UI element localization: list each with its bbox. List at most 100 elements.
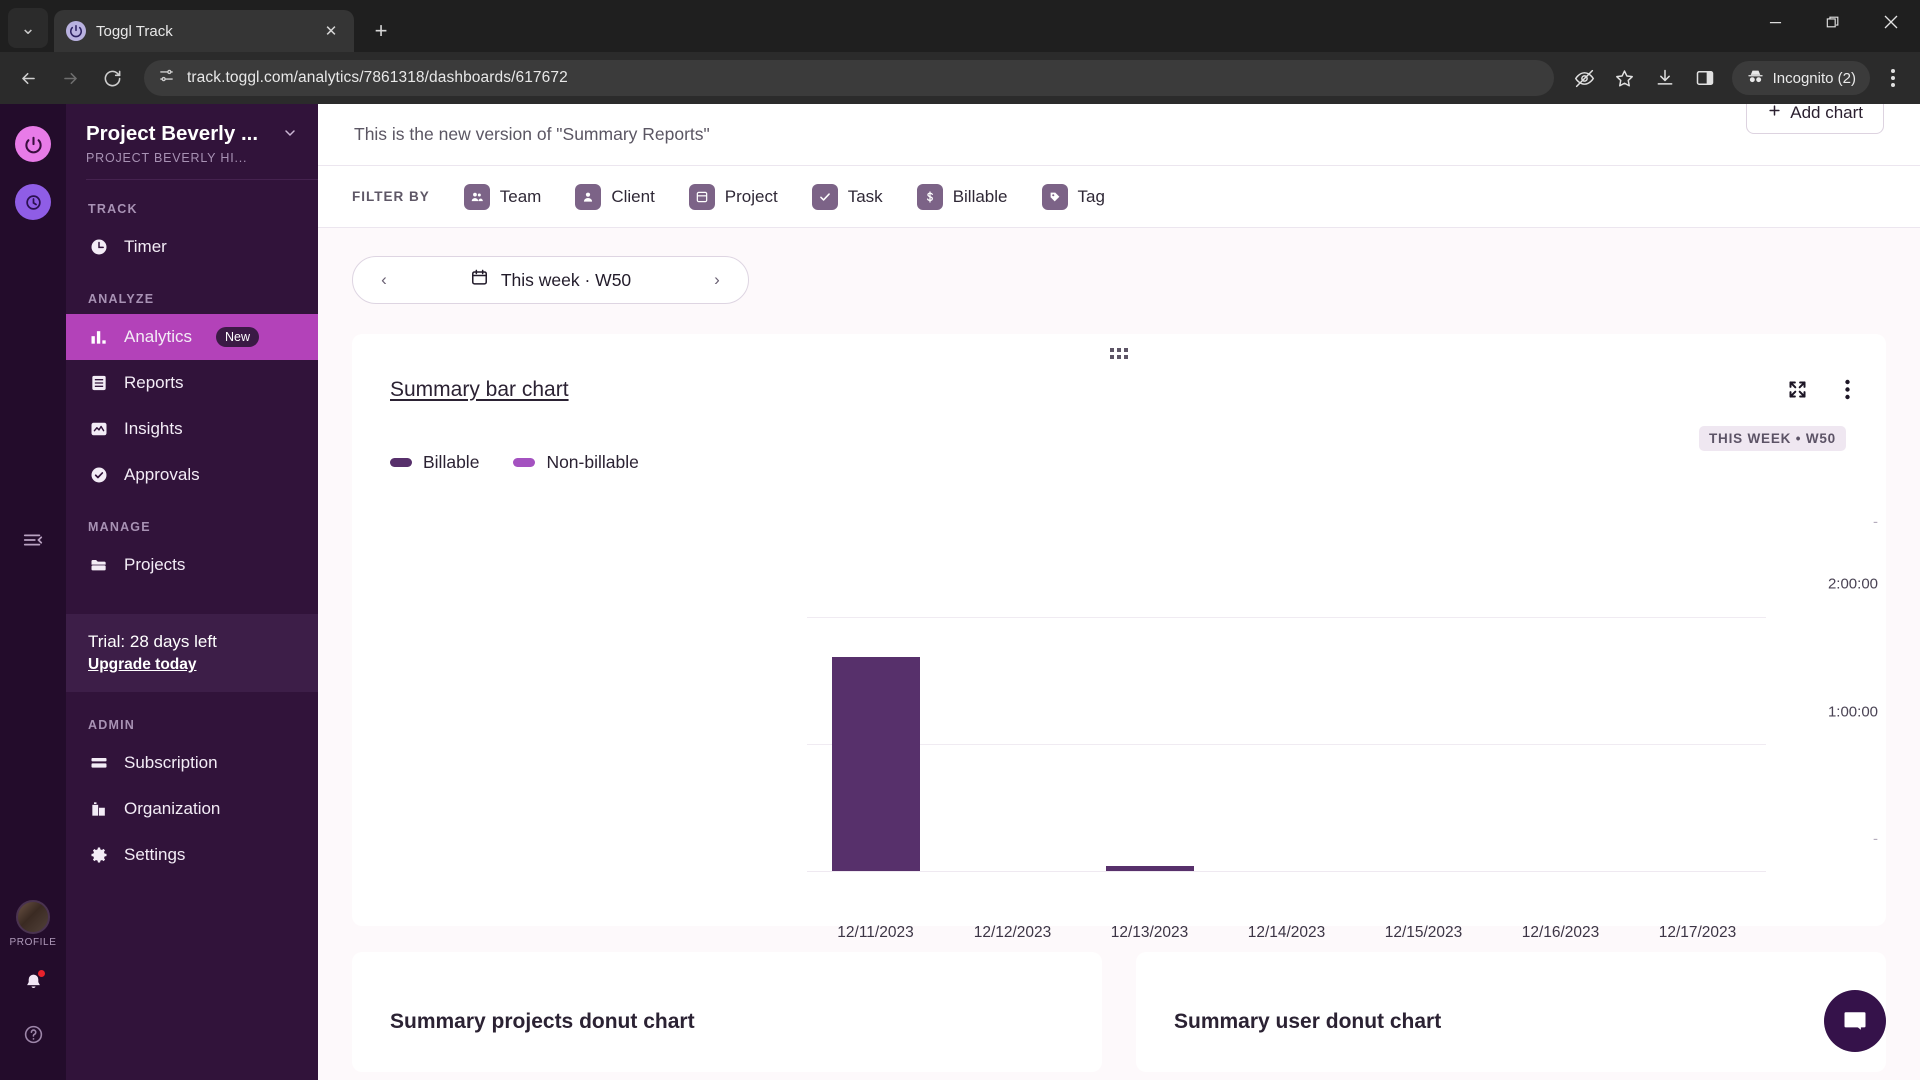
- task-check-icon: [811, 183, 838, 210]
- date-range-picker[interactable]: ‹ This week · W50 ›: [352, 256, 749, 304]
- bar-slot: [1081, 584, 1218, 871]
- sidebar-item-settings[interactable]: Settings: [66, 832, 318, 878]
- filter-chip-tag[interactable]: Tag: [1030, 178, 1117, 216]
- sidebar: Project Beverly ... PROJECT BEVERLY HI..…: [66, 104, 318, 1080]
- client-icon: [575, 183, 602, 210]
- filter-chip-task[interactable]: Task: [800, 178, 895, 216]
- reload-button[interactable]: [94, 60, 130, 96]
- card-title: Summary projects donut chart: [390, 1010, 695, 1033]
- bar-slot: [807, 584, 944, 871]
- page-title[interactable]: Summary bar chart: [390, 378, 569, 402]
- toggl-power-icon[interactable]: [15, 126, 51, 162]
- toggl-track-icon[interactable]: [15, 184, 51, 220]
- three-dot-menu-icon[interactable]: [1876, 61, 1910, 95]
- download-icon[interactable]: [1648, 61, 1682, 95]
- filter-chip-client[interactable]: Client: [563, 178, 666, 216]
- legend-item-non-billable[interactable]: Non-billable: [513, 452, 639, 473]
- add-chart-button[interactable]: Add chart: [1746, 104, 1884, 134]
- three-dot-menu-icon[interactable]: [1834, 376, 1860, 402]
- tab-search-button[interactable]: ⌄: [8, 8, 48, 48]
- toggl-logo-icon: [66, 21, 86, 41]
- maximize-icon[interactable]: [1804, 0, 1862, 44]
- summary-projects-donut-card: Summary projects donut chart: [352, 952, 1102, 1072]
- tab-title: Toggl Track: [96, 22, 173, 40]
- avatar[interactable]: [16, 900, 50, 934]
- expand-icon[interactable]: [1784, 376, 1810, 402]
- sidebar-item-projects[interactable]: Projects: [66, 542, 318, 588]
- eye-off-icon[interactable]: [1568, 61, 1602, 95]
- star-icon[interactable]: [1608, 61, 1642, 95]
- table-row[interactable]: [831, 657, 920, 871]
- sidebar-item-label: Analytics: [124, 327, 193, 346]
- bell-icon[interactable]: [13, 962, 53, 1002]
- sidebar-item-timer[interactable]: Timer: [66, 224, 318, 270]
- x-axis-tick: 12/13/2023: [1110, 924, 1189, 941]
- help-icon[interactable]: [13, 1014, 53, 1054]
- chevron-down-icon[interactable]: [282, 125, 298, 144]
- upgrade-link[interactable]: Upgrade today: [88, 656, 197, 674]
- bar-series: [807, 584, 1766, 871]
- summary-user-donut-card: Summary user donut chart: [1136, 952, 1886, 1072]
- forward-button[interactable]: [52, 60, 88, 96]
- sidebar-item-reports[interactable]: Reports: [66, 360, 318, 406]
- sidebar-item-subscription[interactable]: Subscription: [66, 740, 318, 786]
- sidebar-item-insights[interactable]: Insights: [66, 406, 318, 452]
- donut-card-row: Summary projects donut chart Summary use…: [352, 952, 1886, 1072]
- collapse-sidebar-icon[interactable]: [13, 520, 53, 560]
- bar-slot: [1355, 584, 1492, 871]
- section-title-analyze: ANALYZE: [88, 292, 155, 306]
- incognito-profile-button[interactable]: Incognito (2): [1731, 61, 1870, 95]
- icon-rail: PROFILE: [0, 104, 66, 1080]
- back-button[interactable]: [10, 60, 46, 96]
- messenger-icon[interactable]: [1824, 990, 1886, 1052]
- table-row[interactable]: [1105, 866, 1194, 871]
- date-bar: ‹ This week · W50 ›: [318, 228, 1920, 304]
- close-icon[interactable]: ✕: [320, 20, 342, 42]
- sidebar-item-label: Organization: [124, 799, 221, 818]
- card-toolbar: [1784, 376, 1860, 402]
- gear-icon: [88, 844, 110, 866]
- filter-chip-project[interactable]: Project: [677, 178, 790, 216]
- sidebar-item-analytics[interactable]: Analytics New: [66, 314, 318, 360]
- workspace-switcher[interactable]: Project Beverly ... PROJECT BEVERLY HI..…: [66, 104, 318, 179]
- check-circle-icon: [88, 464, 110, 486]
- team-icon: [463, 183, 490, 210]
- sidebar-item-organization[interactable]: Organization: [66, 786, 318, 832]
- sidebar-item-label: Projects: [124, 555, 186, 574]
- filter-by-label: FILTER BY: [352, 189, 430, 204]
- sidebar-item-approvals[interactable]: Approvals: [66, 452, 318, 498]
- legend-item-billable[interactable]: Billable: [390, 452, 479, 473]
- sidebar-item-label: Settings: [124, 845, 186, 864]
- previous-period-button[interactable]: ‹: [373, 270, 395, 290]
- trial-banner[interactable]: Trial: 28 days left Upgrade today: [66, 614, 318, 692]
- next-period-button[interactable]: ›: [706, 270, 728, 290]
- bar-slot: [944, 584, 1081, 871]
- profile-label: Incognito (2): [1772, 69, 1856, 87]
- section-title-admin: ADMIN: [88, 718, 135, 732]
- card-icon: [88, 752, 110, 774]
- filter-chip-team[interactable]: Team: [452, 178, 554, 216]
- new-tab-button[interactable]: +: [364, 14, 398, 48]
- clock-icon: [88, 236, 110, 258]
- y-axis-tick-minor: -: [1873, 513, 1878, 531]
- x-axis-tick: 12/12/2023: [973, 924, 1052, 941]
- drag-handle-icon[interactable]: [1110, 348, 1128, 359]
- workspace-name: Project Beverly ...: [86, 122, 259, 145]
- bar-slot: [1629, 584, 1766, 871]
- side-panel-icon[interactable]: [1688, 61, 1722, 95]
- summary-bar-chart-card: Summary bar chart THIS WEEK • W50 Billab…: [352, 334, 1886, 941]
- y-axis-tick-minor: -: [1873, 830, 1878, 848]
- window-controls: [1746, 0, 1920, 44]
- close-window-icon[interactable]: [1862, 0, 1920, 44]
- browser-tab[interactable]: Toggl Track ✕: [54, 10, 354, 52]
- sidebar-item-label: Timer: [124, 237, 167, 256]
- address-bar[interactable]: track.toggl.com/analytics/7861318/dashbo…: [144, 60, 1554, 96]
- minimize-icon[interactable]: [1746, 0, 1804, 44]
- calendar-icon: [470, 268, 489, 292]
- site-settings-icon[interactable]: [158, 67, 175, 89]
- filter-chip-billable[interactable]: Billable: [905, 178, 1020, 216]
- tab-strip: ⌄ Toggl Track ✕ +: [0, 0, 1920, 52]
- filter-chip-label: Project: [724, 186, 778, 206]
- browser-window: ⌄ Toggl Track ✕ + track.toggl.com/analyt…: [0, 0, 1920, 1080]
- filter-bar: FILTER BY Team Client Project Task Billa…: [318, 166, 1920, 228]
